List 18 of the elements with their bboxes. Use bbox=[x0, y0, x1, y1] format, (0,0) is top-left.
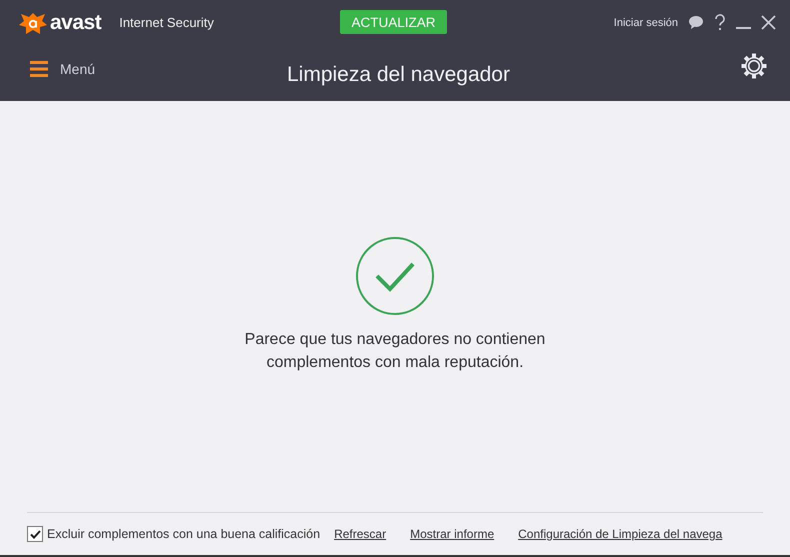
menu-icon bbox=[30, 61, 48, 77]
chat-icon[interactable] bbox=[688, 15, 704, 30]
logo-text: avast bbox=[50, 10, 102, 34]
product-name: Internet Security bbox=[119, 15, 214, 30]
close-icon[interactable] bbox=[761, 15, 776, 30]
footer-link[interactable]: Mostrar informe bbox=[410, 527, 494, 541]
checkbox[interactable] bbox=[27, 526, 43, 542]
help-icon[interactable] bbox=[714, 14, 726, 31]
check-circle-icon bbox=[355, 236, 435, 316]
checkbox-label[interactable]: Excluir complementos con una buena calificación bbox=[47, 527, 320, 541]
sign-in-link[interactable]: Iniciar sesión bbox=[614, 16, 678, 28]
menu-button[interactable]: Menú bbox=[30, 61, 96, 77]
logo-icon bbox=[18, 10, 48, 34]
footer-link[interactable]: Refrescar bbox=[334, 527, 386, 541]
result-message: Parece que tus navegadores no contienen complementos con mala reputación. bbox=[244, 330, 546, 373]
page-title: Limpieza del navegador bbox=[287, 62, 510, 87]
settings-icon[interactable] bbox=[741, 53, 767, 79]
footer-link[interactable]: Configuración de Limpieza del navega bbox=[518, 527, 722, 541]
